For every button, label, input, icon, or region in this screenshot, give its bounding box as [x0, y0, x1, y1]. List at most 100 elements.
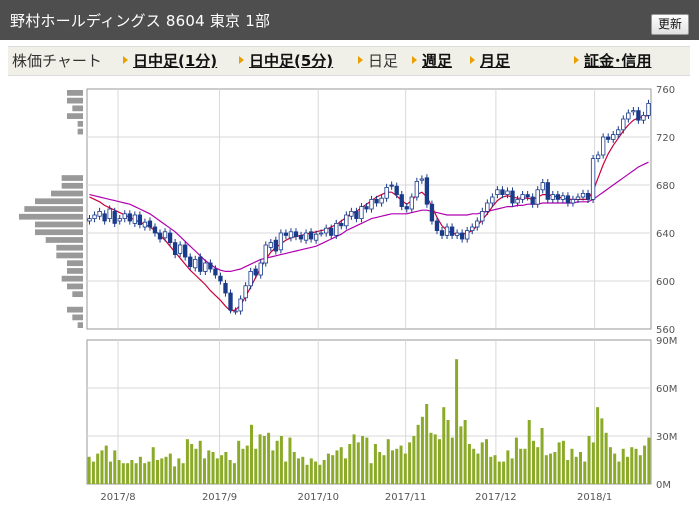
volume-bar [185, 439, 189, 484]
arrow-icon [470, 55, 475, 64]
candle-body [97, 210, 102, 217]
volume-bar [168, 453, 172, 484]
tab-monthly[interactable]: 月足 [470, 52, 510, 70]
volume-bar [250, 424, 253, 484]
volume-bar [147, 461, 151, 484]
volume-bar [591, 442, 595, 484]
tab-intraday-5min[interactable]: 日中足(5分) [239, 52, 333, 70]
arrow-icon [358, 55, 363, 64]
volume-bar [647, 437, 651, 484]
volume-bar [262, 436, 266, 484]
price-tick-label: 760 [656, 85, 675, 96]
volume-bar [232, 463, 236, 484]
candle-body [480, 210, 485, 222]
volume-bar [489, 456, 493, 484]
volume-bar [314, 461, 318, 484]
candle-body [555, 194, 561, 200]
title-bar: 野村ホールディングス 8604 東京 1部 更新 [0, 0, 699, 40]
candle-body [626, 112, 631, 120]
candle-body [308, 231, 314, 240]
candle-body [419, 178, 425, 181]
volume-panel: 0M 30M 60M 90M [86, 336, 677, 491]
volume-bar [574, 456, 578, 484]
chart-tabs: 株価チャート 日中足(1分) 日中足(5分) 日足 週足 月足 証金･信用 [8, 46, 690, 76]
candle-body [369, 199, 374, 210]
volume-profile-bar [72, 291, 83, 298]
volume-profile-bar [51, 190, 83, 197]
candle-body [595, 154, 601, 159]
candle-body [439, 230, 445, 236]
candle-body [278, 232, 284, 251]
volume-bar [391, 450, 394, 484]
volume-bar [177, 458, 181, 484]
volume-tick-label: 30M [656, 432, 677, 443]
volume-bar [113, 450, 117, 484]
volume-bar [442, 407, 446, 484]
candle-body [399, 194, 404, 207]
tab-margin-credit[interactable]: 証金･信用 [574, 52, 652, 70]
volume-bar [267, 432, 271, 484]
volume-bar [190, 444, 194, 484]
volume-bar [104, 445, 108, 484]
volume-tick-label: 90M [656, 336, 677, 347]
volume-profile-bar [56, 252, 83, 259]
volume-profile-bar [61, 175, 83, 181]
volume-bar [164, 456, 168, 484]
candle-body [429, 203, 435, 222]
candle-body [449, 226, 455, 236]
candle-body [233, 310, 238, 313]
volume-bar [459, 426, 463, 484]
candle-body [293, 231, 299, 238]
volume-bar [480, 442, 484, 484]
volume-bar [600, 418, 604, 484]
candle-body [550, 194, 555, 200]
candle-body [510, 190, 515, 204]
price-tick-label: 640 [656, 229, 675, 240]
candle-body [606, 136, 611, 140]
volume-bar [305, 464, 309, 484]
volume-bar [126, 463, 130, 484]
volume-bar [326, 453, 330, 484]
volume-bar [258, 434, 262, 484]
candle-body [459, 232, 465, 240]
volume-bar [198, 440, 202, 484]
candle-body [600, 136, 606, 156]
volume-profile-bar [67, 268, 83, 274]
candle-body [137, 214, 143, 225]
volume-bar [220, 455, 224, 484]
volume-bar [514, 437, 518, 484]
candle-body [223, 282, 228, 294]
tab-intraday-1min[interactable]: 日中足(1分) [123, 52, 217, 70]
volume-bar [292, 452, 296, 484]
candle-body [414, 181, 420, 198]
candle-body [283, 232, 289, 236]
volume-bar [352, 434, 356, 484]
volume-profile-bar [56, 244, 83, 251]
volume-bar [617, 461, 621, 484]
volume-bar [506, 450, 510, 484]
candle-body [263, 244, 268, 264]
volume-bar [279, 436, 283, 484]
tab-weekly[interactable]: 週足 [412, 52, 452, 70]
volume-bar [143, 463, 147, 484]
volume-bar [621, 448, 625, 484]
candle-body [172, 242, 178, 256]
price-plot-frame [86, 88, 652, 330]
candle-body [545, 182, 550, 200]
candle-body [122, 213, 127, 220]
volume-bar [420, 416, 424, 484]
candle-body [188, 256, 193, 267]
refresh-button[interactable]: 更新 [650, 14, 689, 35]
volume-bar [245, 445, 249, 484]
volume-bar [643, 445, 647, 484]
candle-body [495, 189, 500, 196]
volume-profile-bar [67, 283, 83, 290]
volume-bar [309, 458, 313, 484]
volume-bar [194, 448, 198, 484]
candle-body [142, 221, 148, 228]
candle-body [313, 233, 319, 241]
tab-label: 週足 [422, 52, 453, 70]
candle-body [535, 189, 540, 205]
candle-body [611, 134, 616, 140]
candle-body [616, 129, 621, 135]
